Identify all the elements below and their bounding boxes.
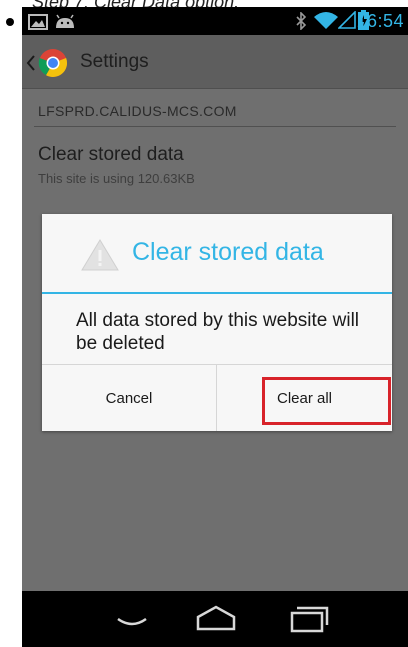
- site-name: LFSPRD.CALIDUS-MCS.COM: [38, 103, 237, 119]
- phone-screen: 16:54 Settings LFSPRD.CALIDUS-MCS.COM Cl…: [22, 7, 408, 647]
- signal-icon: [338, 11, 356, 29]
- back-caret-icon[interactable]: [26, 55, 36, 71]
- cancel-button[interactable]: Cancel: [42, 365, 216, 431]
- clear-stored-data-setting[interactable]: Clear stored data: [38, 144, 184, 166]
- settings-screen: Settings LFSPRD.CALIDUS-MCS.COM Clear st…: [22, 35, 408, 591]
- home-icon[interactable]: [176, 591, 256, 647]
- picture-notification-icon: [28, 14, 48, 30]
- recents-icon[interactable]: [266, 591, 346, 647]
- chrome-logo-icon[interactable]: [38, 48, 68, 78]
- status-bar: 16:54: [22, 7, 408, 35]
- divider: [34, 126, 396, 127]
- wifi-icon: [314, 12, 338, 29]
- bluetooth-icon: [296, 12, 307, 30]
- action-bar: Settings: [22, 35, 408, 89]
- back-icon[interactable]: [92, 591, 172, 647]
- navigation-bar: [22, 591, 408, 647]
- page-title: Settings: [80, 51, 149, 72]
- clear-data-dialog: Clear stored data All data stored by thi…: [42, 214, 392, 431]
- warning-icon: [81, 239, 119, 271]
- dialog-message: All data stored by this website will be …: [76, 310, 360, 354]
- android-notification-icon: [56, 14, 74, 28]
- bullet-dot: [6, 18, 14, 26]
- dialog-header: Clear stored data: [42, 214, 392, 292]
- highlight-box: [262, 377, 391, 425]
- storage-usage-text: This site is using 120.63KB: [38, 171, 195, 186]
- dialog-title: Clear stored data: [132, 238, 324, 266]
- dialog-title-divider: [42, 292, 392, 294]
- status-time: 16:54: [356, 11, 404, 31]
